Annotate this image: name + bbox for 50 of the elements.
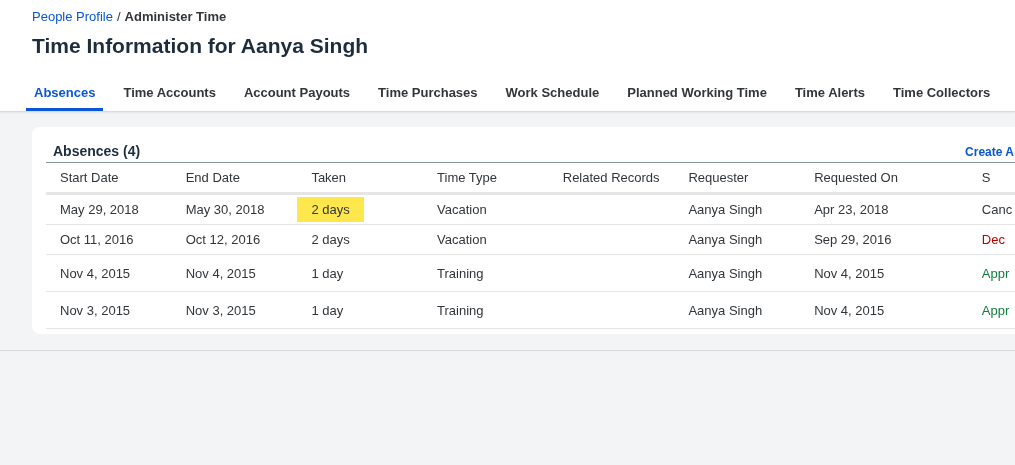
breadcrumb-current: Administer Time [124,9,227,24]
column-header: Related Records [561,170,661,185]
tab[interactable]: Absences [26,80,104,111]
table-cell-text: Vacation [436,232,488,247]
page-title: Time Information for Aanya Singh [32,33,370,59]
table-cell-text: Nov 4, 2015 [184,265,257,281]
column-header: End Date [184,170,241,185]
table-cell-text: Apr 23, 2018 [813,202,890,217]
table-cell-text: Nov 4, 2015 [813,302,886,318]
breadcrumb-link[interactable]: People Profile [32,9,113,24]
table-cell-text: Aanya Singh [687,302,764,318]
column-header: Requester [687,170,750,185]
table-cell-text: Oct 12, 2016 [184,232,262,247]
table-cell-text: Nov 3, 2015 [184,302,257,318]
table-cell-text: Sep 29, 2016 [813,232,893,247]
column-header: Taken [310,170,348,185]
table-cell-text: Training [436,302,485,318]
table-cell-text: Nov 3, 2015 [59,302,132,318]
tab[interactable]: Work Schedule [497,80,608,111]
tab[interactable]: Time Accounts [115,80,224,111]
column-header: Start Date [59,170,120,185]
status-text: Canc [980,202,1014,217]
table-cell-text: 1 day [310,265,345,281]
highlighted-cell: 2 days [297,197,364,222]
table-cell-text: Aanya Singh [687,202,764,217]
create-link[interactable]: Create A [965,145,1014,159]
table-cell-text: Aanya Singh [687,265,764,281]
table-cell-text: Oct 11, 2016 [59,232,135,247]
tab[interactable]: Planned Working Time [619,80,775,111]
tab[interactable]: Time Purchases [370,80,486,111]
status-text: Appr [980,265,1011,281]
table-cell-text: Aanya Singh [687,232,764,247]
table-title: Absences (4) [53,143,141,159]
breadcrumb-separator: / [116,9,121,24]
tab[interactable]: Time Alerts [786,80,873,111]
table-cell-text: May 29, 2018 [59,202,140,217]
table-cell-text: 1 day [310,302,345,318]
tab[interactable]: Time Collectors [885,80,999,111]
tab[interactable]: Account Payouts [235,80,359,111]
table-cell-text: Vacation [436,202,488,217]
table-cell-text: May 30, 2018 [184,202,266,217]
column-header: Time Type [436,170,499,185]
table-cell-text: Training [436,265,485,281]
column-header: Requested On [813,170,899,185]
table-cell-text: Nov 4, 2015 [59,265,132,281]
table-cell-text: 2 days [310,232,351,247]
column-header: S [980,170,992,185]
table-cell-text: Nov 4, 2015 [813,265,886,281]
status-text: Dec [980,232,1006,247]
status-text: Appr [980,302,1011,318]
